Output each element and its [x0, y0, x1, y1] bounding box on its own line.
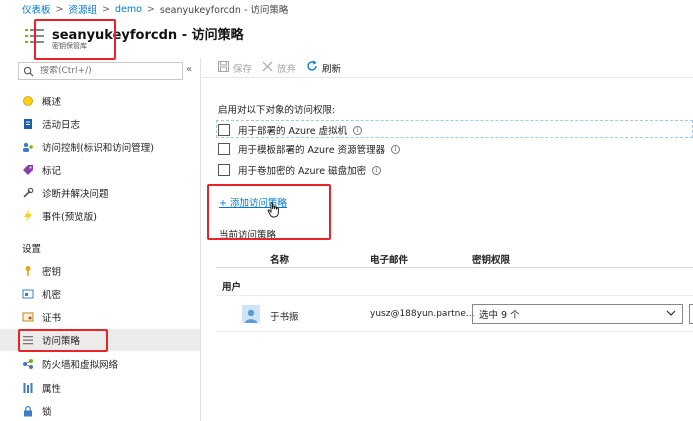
enable-access-label: 启用对以下对象的访问权限:: [218, 105, 336, 116]
sidebar-item-keys[interactable]: 密钥: [0, 260, 200, 282]
breadcrumb: 仪表板 > 资源组 > demo > seanyukeyforcdn - 访问策…: [0, 0, 693, 18]
sidebar-item-secrets[interactable]: 机密: [0, 283, 200, 305]
collapse-sidebar-button[interactable]: «: [186, 64, 192, 75]
sidebar-item-certificates[interactable]: 证书: [0, 306, 200, 328]
sidebar-item-label: 标记: [42, 166, 62, 177]
certificate-icon: [22, 311, 34, 323]
discard-label: 放弃: [277, 63, 297, 75]
sidebar-item-label: 访问策略: [42, 336, 81, 347]
overview-icon: [22, 95, 34, 107]
sidebar-item-locks[interactable]: 锁: [0, 400, 200, 421]
table-row[interactable]: 于书振 yusz@188yun.partne... 选中 9 个: [216, 298, 693, 332]
sidebar-item-overview[interactable]: 概述: [0, 90, 200, 112]
checkbox-row-disk[interactable]: 用于卷加密的 Azure 磁盘加密 i: [218, 161, 382, 179]
sidebar-section-settings: 设置: [22, 244, 42, 255]
sidebar-item-access-policies[interactable]: 访问策略: [0, 329, 200, 351]
vm-deployment-checkbox[interactable]: [218, 124, 230, 136]
sidebar-item-label: 锁: [42, 407, 52, 418]
sidebar-item-label: 属性: [42, 384, 62, 395]
user-avatar-icon: [242, 305, 260, 323]
sidebar-item-firewall[interactable]: 防火墙和虚拟网络: [0, 353, 200, 375]
checkbox-label: 用于模板部署的 Azure 资源管理器: [238, 145, 386, 156]
wrench-icon: [22, 187, 34, 199]
checkbox-row-vm[interactable]: 用于部署的 Azure 虚拟机 i: [218, 121, 363, 139]
user-email: yusz@188yun.partne...: [370, 309, 475, 319]
breadcrumb-current: seanyukeyforcdn - 访问策略: [159, 5, 289, 16]
key-icon: [22, 265, 34, 277]
sidebar: « 概述 活动日志 访问控制(标识和访问管理) 标记 诊断并解决问题 事件(预览: [0, 58, 201, 421]
secret-icon: [22, 288, 34, 300]
info-icon[interactable]: i: [353, 125, 363, 135]
refresh-label: 刷新: [322, 63, 342, 75]
toolbar: 保存 放弃 刷新: [202, 58, 693, 78]
template-deployment-checkbox[interactable]: [218, 143, 230, 155]
sidebar-item-label: 密钥: [42, 267, 62, 278]
current-access-policies-title: 当前访问策略: [219, 230, 277, 241]
discard-button[interactable]: 放弃: [262, 61, 296, 75]
refresh-button[interactable]: 刷新: [306, 60, 341, 75]
sidebar-item-tags[interactable]: 标记: [0, 159, 200, 181]
sidebar-item-label: 概述: [42, 97, 62, 108]
sidebar-item-label: 访问控制(标识和访问管理): [42, 143, 154, 154]
refresh-icon: [306, 60, 318, 75]
sidebar-item-label: 机密: [42, 290, 62, 301]
checkbox-label: 用于部署的 Azure 虚拟机: [238, 126, 348, 137]
lock-icon: [22, 405, 34, 417]
policy-table-header: 名称 电子邮件 密钥权限: [216, 248, 693, 268]
column-header-key-permissions[interactable]: 密钥权限: [472, 252, 510, 266]
lightning-icon: [22, 210, 34, 222]
main-content: 保存 放弃 刷新 启用对以下对象的访问权限: 用于部署的 Azure 虚拟机 i…: [202, 58, 693, 421]
save-icon: [218, 60, 229, 75]
column-header-name[interactable]: 名称: [270, 252, 289, 266]
sidebar-item-diagnose[interactable]: 诊断并解决问题: [0, 182, 200, 204]
dropdown-value: 选中 9 个: [479, 310, 520, 321]
secret-permissions-dropdown[interactable]: [689, 304, 693, 324]
column-header-email[interactable]: 电子邮件: [370, 252, 408, 266]
access-policy-list-icon: [25, 29, 44, 43]
page-header: seanyukeyforcdn - 访问策略 密钥保管库: [0, 18, 693, 58]
properties-icon: [22, 382, 34, 394]
info-icon[interactable]: i: [372, 165, 382, 175]
hand-cursor-icon: [267, 202, 279, 218]
breadcrumb-dashboard[interactable]: 仪表板: [22, 2, 51, 16]
sidebar-item-events[interactable]: 事件(预览版): [0, 205, 200, 227]
sidebar-item-label: 事件(预览版): [42, 212, 97, 223]
checkbox-label: 用于卷加密的 Azure 磁盘加密: [238, 166, 367, 177]
sidebar-item-label: 活动日志: [42, 120, 81, 131]
search-icon: [23, 66, 34, 77]
network-icon: [22, 358, 34, 370]
search-input[interactable]: [40, 66, 180, 76]
breadcrumb-separator: >: [102, 3, 110, 15]
info-icon[interactable]: i: [391, 144, 401, 154]
breadcrumb-demo[interactable]: demo: [115, 4, 142, 15]
sidebar-item-properties[interactable]: 属性: [0, 377, 200, 399]
sidebar-search[interactable]: [18, 62, 183, 80]
activity-log-icon: [22, 118, 34, 130]
iam-icon: [22, 141, 34, 153]
checkbox-row-arm[interactable]: 用于模板部署的 Azure 资源管理器 i: [218, 140, 401, 158]
table-group-users: 用户: [216, 274, 693, 296]
tag-icon: [22, 164, 34, 176]
sidebar-item-iam[interactable]: 访问控制(标识和访问管理): [0, 136, 200, 158]
close-icon: [262, 61, 273, 75]
sidebar-item-label: 证书: [42, 313, 62, 324]
group-label: 用户: [222, 282, 242, 293]
sidebar-item-label: 防火墙和虚拟网络: [42, 360, 119, 371]
breadcrumb-resource-groups[interactable]: 资源组: [68, 2, 97, 16]
save-label: 保存: [233, 63, 253, 75]
save-button[interactable]: 保存: [218, 60, 253, 75]
user-name[interactable]: 于书振: [270, 309, 299, 323]
access-policy-icon: [22, 334, 34, 346]
sidebar-item-activity-log[interactable]: 活动日志: [0, 113, 200, 135]
breadcrumb-separator: >: [55, 3, 64, 15]
breadcrumb-separator: >: [146, 3, 155, 15]
chevron-down-icon: [666, 308, 676, 321]
disk-encryption-checkbox[interactable]: [218, 164, 230, 176]
sidebar-item-label: 诊断并解决问题: [42, 189, 109, 200]
key-permissions-dropdown[interactable]: 选中 9 个: [472, 304, 683, 324]
page-subtitle: 密钥保管库: [52, 42, 87, 50]
